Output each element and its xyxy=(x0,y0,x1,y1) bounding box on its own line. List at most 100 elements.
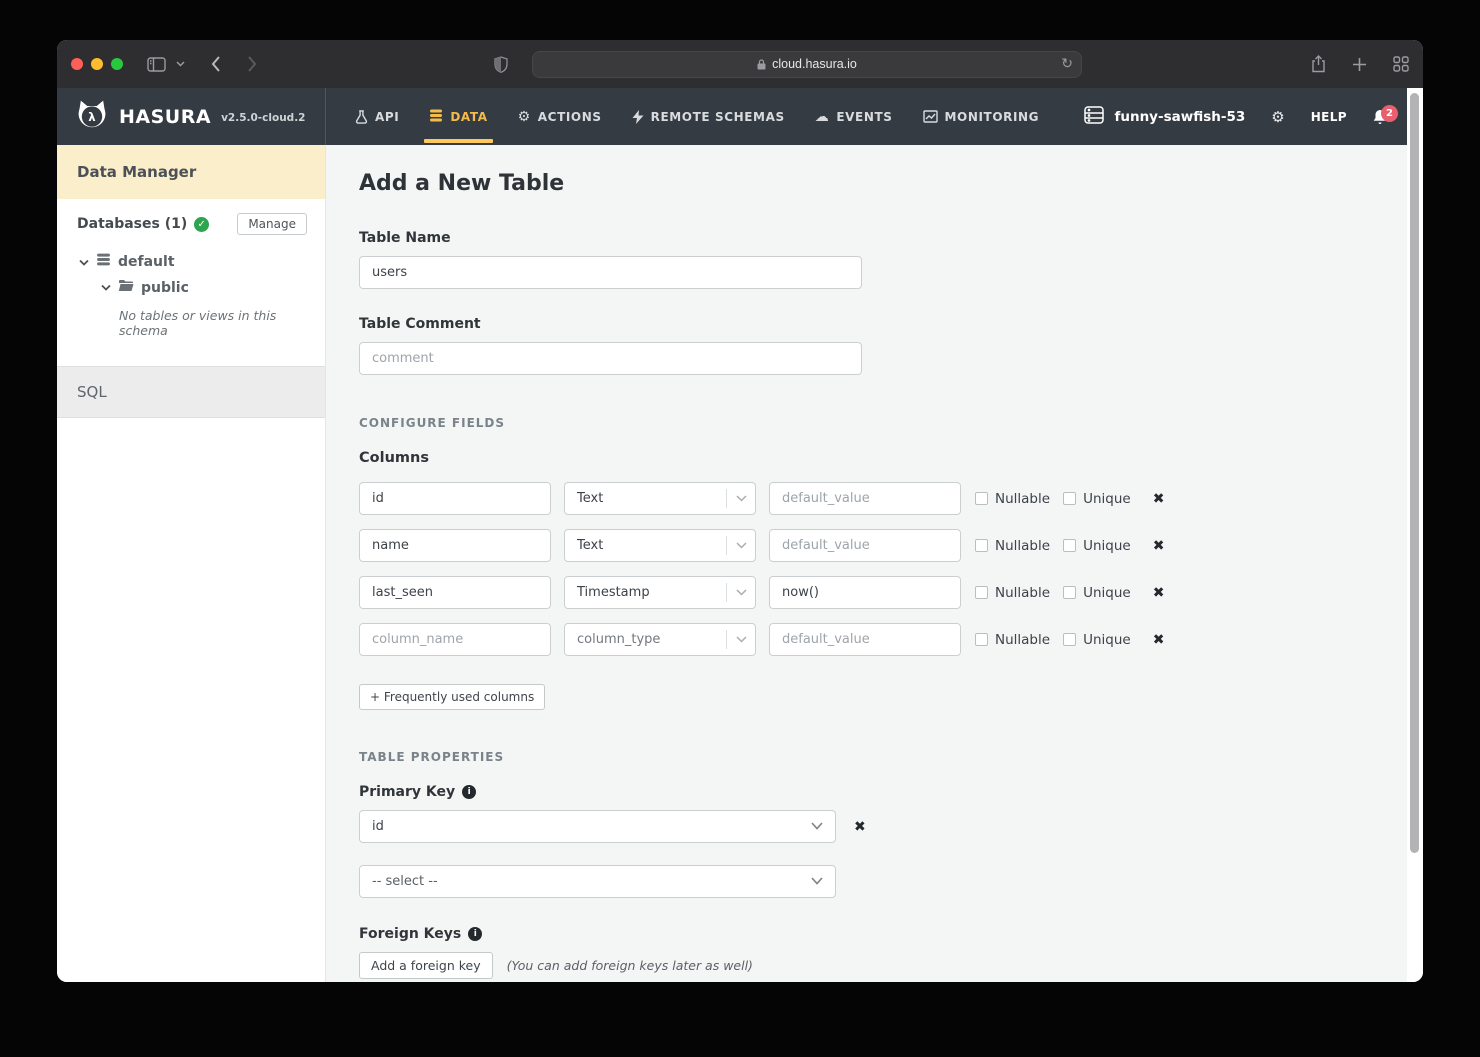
project-name: funny-sawfish-53 xyxy=(1114,109,1245,125)
settings-gear-icon[interactable]: ⚙ xyxy=(1271,108,1284,126)
nav-tab-monitoring[interactable]: MONITORING xyxy=(908,88,1055,145)
sidebar-toggle-icon[interactable] xyxy=(147,57,166,72)
nullable-checkbox-group[interactable]: Nullable xyxy=(975,491,1050,507)
nav-tab-label: API xyxy=(375,110,399,124)
nullable-checkbox[interactable] xyxy=(975,586,988,599)
frequently-used-columns-button[interactable]: + Frequently used columns xyxy=(359,684,545,710)
foreign-keys-note: (You can add foreign keys later as well) xyxy=(507,958,753,973)
project-menu[interactable]: funny-sawfish-53 xyxy=(1083,105,1245,129)
zoom-window-button[interactable] xyxy=(111,58,123,70)
nav-tab-actions[interactable]: ⚙ ACTIONS xyxy=(503,88,617,145)
chart-line-icon xyxy=(923,110,938,123)
unique-checkbox-group[interactable]: Unique xyxy=(1063,538,1131,554)
unique-checkbox[interactable] xyxy=(1063,586,1076,599)
tree-item-default-database[interactable]: default xyxy=(79,249,307,275)
address-bar[interactable]: cloud.hasura.io ↻ xyxy=(532,51,1082,78)
nullable-checkbox-group[interactable]: Nullable xyxy=(975,632,1050,648)
hasura-brand[interactable]: λ HASURA v2.5.0-cloud.2 xyxy=(57,88,326,145)
unique-checkbox-group[interactable]: Unique xyxy=(1063,632,1131,648)
column-default-input[interactable] xyxy=(769,482,961,515)
remove-column-button[interactable]: ✖ xyxy=(1153,538,1165,554)
nullable-checkbox-group[interactable]: Nullable xyxy=(975,585,1050,601)
column-name-input[interactable] xyxy=(359,529,551,562)
column-type-value: Timestamp xyxy=(577,585,726,600)
tree-item-public-schema[interactable]: public xyxy=(79,275,307,300)
table-name-input[interactable] xyxy=(359,256,862,289)
nullable-checkbox[interactable] xyxy=(975,633,988,646)
remove-column-button[interactable]: ✖ xyxy=(1153,632,1165,648)
add-table-form: Add a New Table Table Name Table Comment… xyxy=(326,145,1407,982)
server-icon xyxy=(1083,105,1105,129)
database-icon xyxy=(429,109,443,124)
remove-column-button[interactable]: ✖ xyxy=(1153,491,1165,507)
manage-button[interactable]: Manage xyxy=(237,213,307,235)
tab-overview-icon[interactable] xyxy=(1393,56,1409,72)
remove-primary-key-button[interactable]: ✖ xyxy=(854,819,866,835)
nullable-label: Nullable xyxy=(995,538,1050,554)
page-scrollbar[interactable] xyxy=(1407,88,1423,982)
remove-column-button[interactable]: ✖ xyxy=(1153,585,1165,601)
nullable-checkbox[interactable] xyxy=(975,492,988,505)
table-comment-label: Table Comment xyxy=(359,316,1407,332)
window-controls xyxy=(71,58,123,70)
share-icon[interactable] xyxy=(1311,55,1326,73)
check-circle-icon: ✓ xyxy=(194,217,209,232)
nav-tab-label: MONITORING xyxy=(945,110,1040,124)
column-default-input[interactable] xyxy=(769,623,961,656)
help-button[interactable]: HELP xyxy=(1311,110,1347,124)
columns-label: Columns xyxy=(359,450,1407,466)
nav-tab-label: DATA xyxy=(450,110,487,124)
primary-key-value: id xyxy=(372,819,811,834)
unique-checkbox-group[interactable]: Unique xyxy=(1063,585,1131,601)
chevron-down-icon[interactable] xyxy=(176,61,185,67)
column-default-input[interactable] xyxy=(769,576,961,609)
minimize-window-button[interactable] xyxy=(91,58,103,70)
close-window-button[interactable] xyxy=(71,58,83,70)
cloud-icon: ☁ xyxy=(815,109,830,125)
nullable-checkbox-group[interactable]: Nullable xyxy=(975,538,1050,554)
column-name-input[interactable] xyxy=(359,623,551,656)
database-icon xyxy=(96,253,111,271)
primary-key-select[interactable]: id xyxy=(359,810,836,843)
scrollbar-thumb[interactable] xyxy=(1410,93,1419,853)
unique-checkbox[interactable] xyxy=(1063,633,1076,646)
nav-tab-events[interactable]: ☁ EVENTS xyxy=(800,88,908,145)
column-default-input[interactable] xyxy=(769,529,961,562)
info-icon: i xyxy=(462,785,476,799)
chevron-down-icon xyxy=(811,819,823,834)
gears-icon: ⚙ xyxy=(518,109,531,125)
sidebar-item-sql[interactable]: SQL xyxy=(57,366,325,418)
notifications-button[interactable]: 2 xyxy=(1373,109,1387,125)
nav-tab-data[interactable]: DATA xyxy=(414,88,502,145)
hasura-top-nav: λ HASURA v2.5.0-cloud.2 API xyxy=(57,88,1407,145)
nav-tab-api[interactable]: API xyxy=(340,88,414,145)
chevron-down-icon xyxy=(727,636,755,643)
lock-icon xyxy=(757,59,766,70)
column-row: Text Nullable Unique ✖ xyxy=(359,529,1407,562)
new-tab-icon[interactable] xyxy=(1352,57,1367,72)
url-text: cloud.hasura.io xyxy=(772,57,857,71)
back-button[interactable] xyxy=(203,51,229,77)
unique-checkbox-group[interactable]: Unique xyxy=(1063,491,1131,507)
column-name-input[interactable] xyxy=(359,482,551,515)
unique-checkbox[interactable] xyxy=(1063,539,1076,552)
column-name-input[interactable] xyxy=(359,576,551,609)
column-type-select[interactable]: Text xyxy=(564,529,756,562)
primary-key-add-select[interactable]: -- select -- xyxy=(359,865,836,898)
table-comment-input[interactable] xyxy=(359,342,862,375)
nav-tab-remote-schemas[interactable]: REMOTE SCHEMAS xyxy=(617,88,800,145)
unique-checkbox[interactable] xyxy=(1063,492,1076,505)
column-type-select[interactable]: column_type xyxy=(564,623,756,656)
privacy-shield-icon[interactable] xyxy=(494,56,508,73)
column-type-select[interactable]: Timestamp xyxy=(564,576,756,609)
primary-key-label: Primary Key xyxy=(359,784,455,800)
notification-badge: 2 xyxy=(1381,105,1398,122)
nullable-checkbox[interactable] xyxy=(975,539,988,552)
column-type-select[interactable]: Text xyxy=(564,482,756,515)
nullable-label: Nullable xyxy=(995,491,1050,507)
chevron-down-icon xyxy=(101,284,111,291)
forward-button[interactable] xyxy=(239,51,265,77)
add-foreign-key-button[interactable]: Add a foreign key xyxy=(359,952,493,979)
reload-icon[interactable]: ↻ xyxy=(1061,56,1073,72)
nullable-label: Nullable xyxy=(995,632,1050,648)
